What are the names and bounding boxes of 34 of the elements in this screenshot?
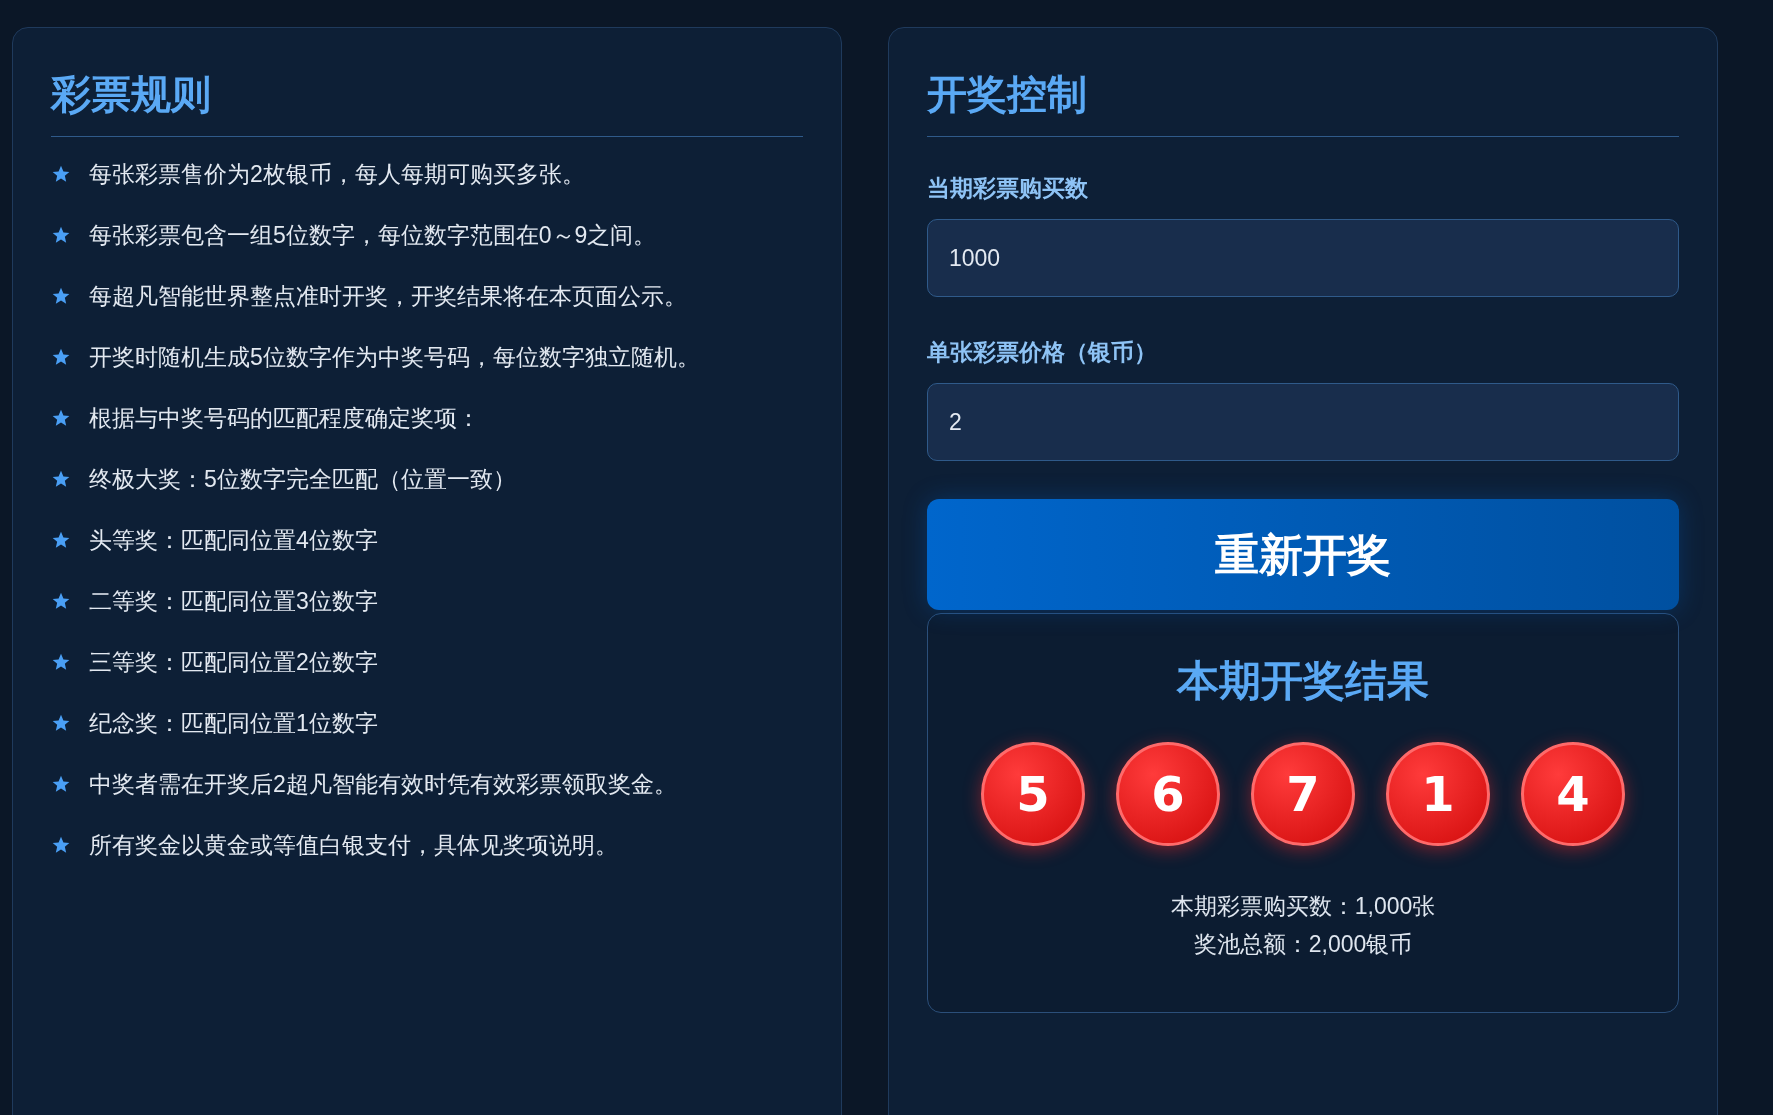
rule-text: 二等奖：匹配同位置3位数字 xyxy=(89,587,378,616)
rule-text: 头等奖：匹配同位置4位数字 xyxy=(89,526,378,555)
rule-text: 终极大奖：5位数字完全匹配（位置一致） xyxy=(89,465,516,494)
star-icon xyxy=(51,835,71,855)
rule-text: 开奖时随机生成5位数字作为中奖号码，每位数字独立随机。 xyxy=(89,343,700,372)
star-icon xyxy=(51,774,71,794)
star-icon xyxy=(51,286,71,306)
star-icon xyxy=(51,408,71,428)
star-icon xyxy=(51,225,71,245)
field-label: 单张彩票价格（银币） xyxy=(927,338,1158,367)
star-icon xyxy=(51,652,71,672)
panel-title: 彩票规则 xyxy=(51,71,212,118)
input-field[interactable]: 2 xyxy=(927,383,1679,461)
star-icon xyxy=(51,164,71,184)
redraw-button[interactable]: 重新开奖 xyxy=(927,499,1679,610)
result-title: 本期开奖结果 xyxy=(1177,656,1429,706)
rule-text: 每超凡智能世界整点准时开奖，开奖结果将在本页面公示。 xyxy=(89,282,687,311)
input-field[interactable]: 1000 xyxy=(927,219,1679,297)
rule-text: 中奖者需在开奖后2超凡智能有效时凭有效彩票领取奖金。 xyxy=(89,770,677,799)
rule-text: 纪念奖：匹配同位置1位数字 xyxy=(89,709,378,738)
star-icon xyxy=(51,469,71,489)
rule-text: 根据与中奖号码的匹配程度确定奖项： xyxy=(89,404,480,433)
star-icon xyxy=(51,713,71,733)
star-icon xyxy=(51,591,71,611)
star-icon xyxy=(51,530,71,550)
stat-text: 本期彩票购买数：1,000张 xyxy=(1170,892,1436,922)
rule-text: 每张彩票售价为2枚银币，每人每期可购买多张。 xyxy=(89,160,585,189)
panel-title: 开奖控制 xyxy=(927,71,1088,118)
star-icon xyxy=(51,347,71,367)
field-label: 当期彩票购买数 xyxy=(927,174,1089,203)
rule-text: 每张彩票包含一组5位数字，每位数字范围在0～9之间。 xyxy=(89,221,657,250)
rule-text: 三等奖：匹配同位置2位数字 xyxy=(89,648,378,677)
rule-text: 所有奖金以黄金或等值白银支付，具体见奖项说明。 xyxy=(89,831,618,860)
stat-text: 奖池总额：2,000银币 xyxy=(1193,930,1413,960)
